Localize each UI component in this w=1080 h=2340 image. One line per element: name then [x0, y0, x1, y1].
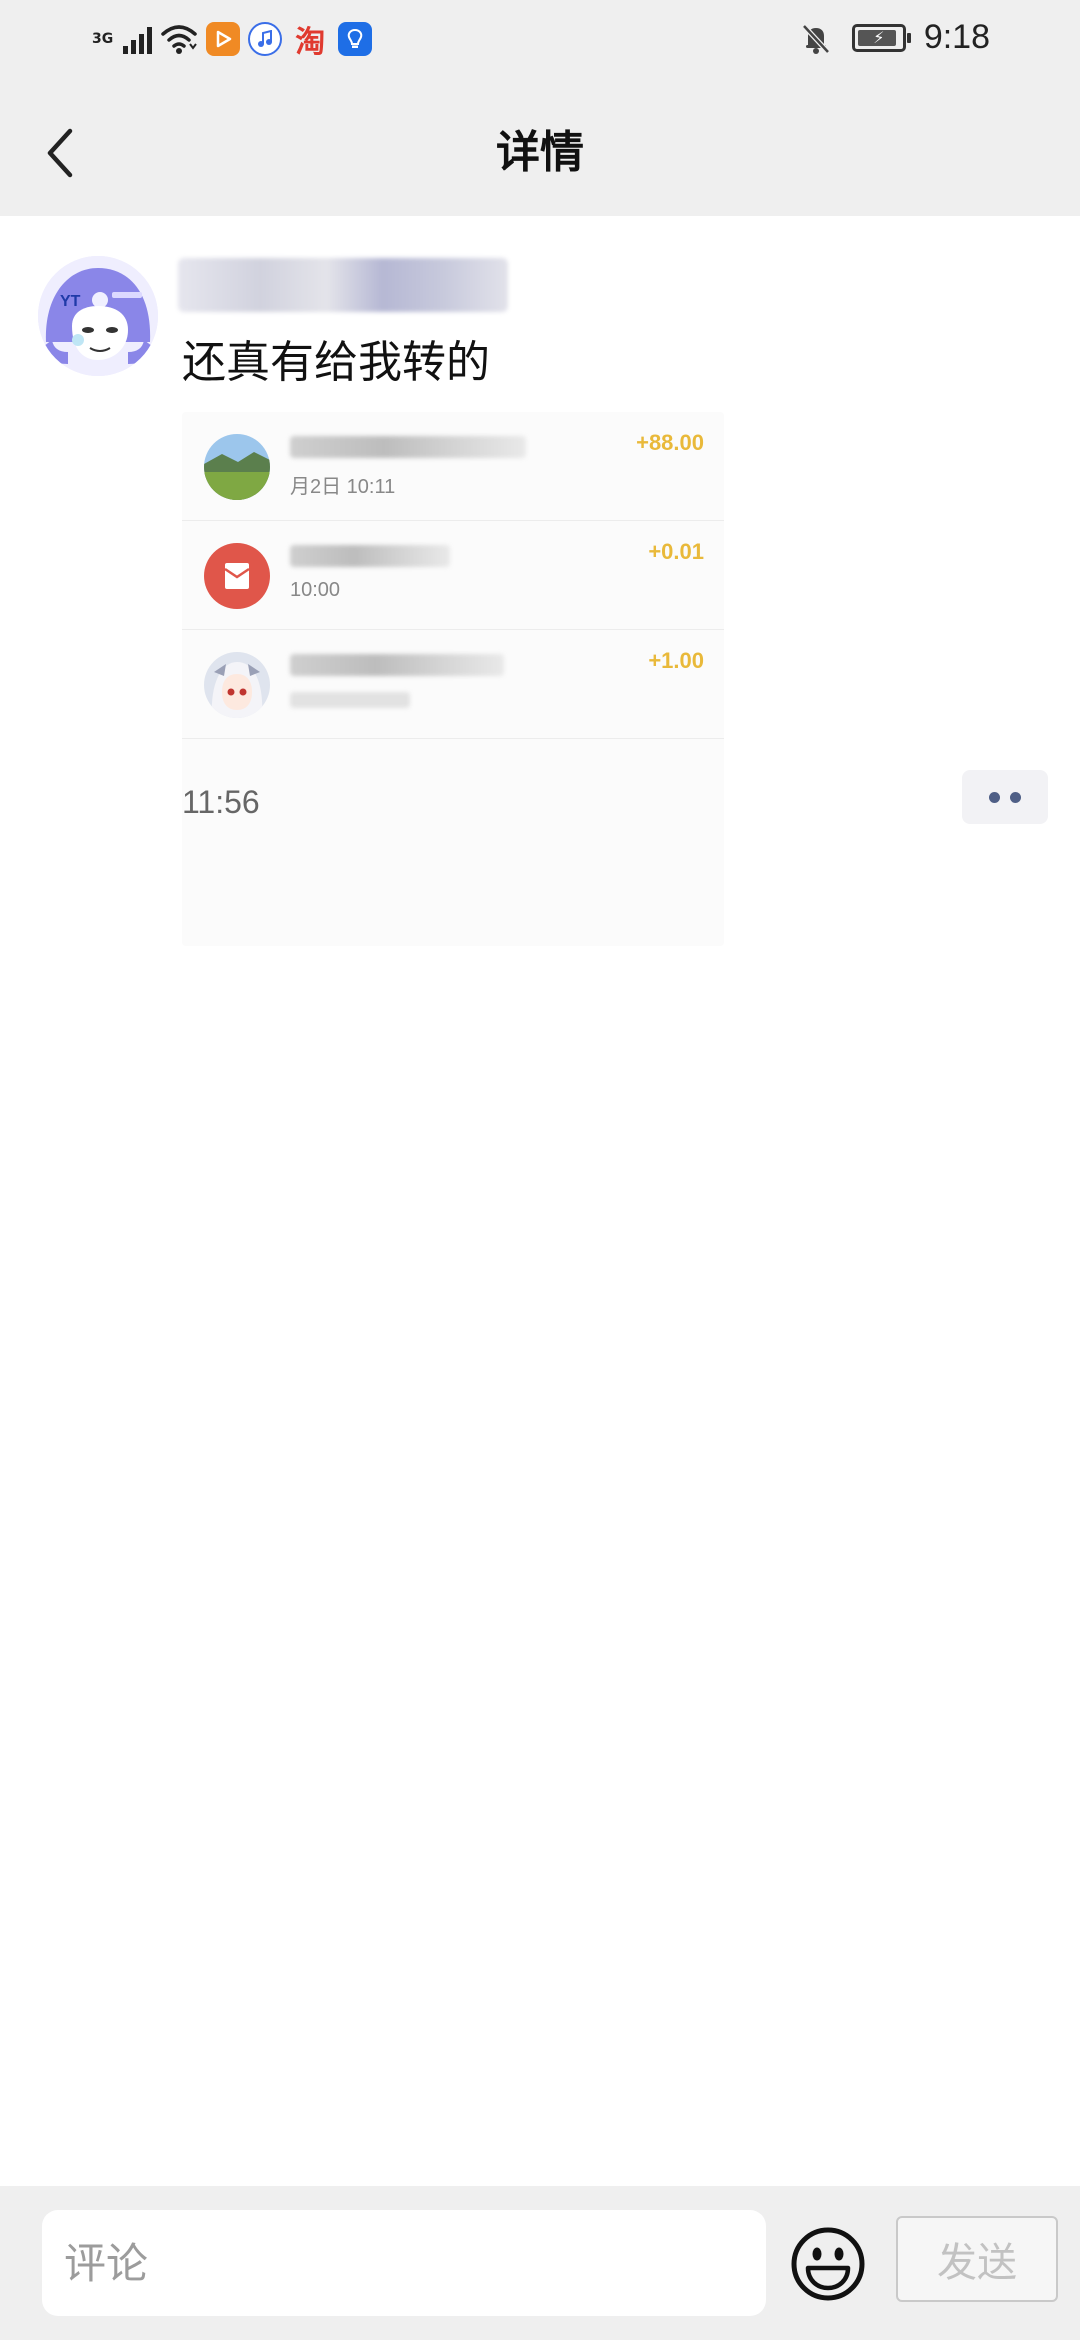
nav-bar: 详情: [0, 88, 1080, 216]
music-app-icon: [248, 22, 283, 56]
video-app-icon: [206, 22, 241, 56]
bulb-app-icon: [338, 22, 373, 56]
transfer-date-redacted: [290, 692, 410, 708]
battery-charging-icon: ⚡: [851, 23, 911, 52]
status-time: 9:18: [923, 18, 990, 56]
transfer-amount: +1.00: [648, 648, 704, 673]
send-button[interactable]: 发送: [896, 2216, 1058, 2302]
anime-avatar-icon: [204, 652, 270, 718]
transfer-row: 月2日 10:11 +88.00: [182, 412, 724, 521]
wifi-icon: [161, 25, 198, 54]
status-right: ⚡ 9:18: [798, 18, 990, 57]
red-envelope-icon: [204, 543, 270, 609]
username-redacted: [178, 258, 508, 312]
landscape-avatar-icon: [204, 434, 270, 500]
transfer-amount: +88.00: [636, 430, 704, 455]
post-text: 还真有给我转的: [182, 337, 490, 388]
sender-name-redacted: [290, 654, 504, 676]
bell-off-icon: [801, 23, 830, 54]
taobao-app-icon: 淘: [295, 25, 326, 60]
transfer-amount: +0.01: [648, 539, 704, 564]
comment-input[interactable]: [42, 2210, 766, 2316]
transfer-row: +1.00: [182, 630, 724, 739]
transfer-screenshot[interactable]: 月2日 10:11 +88.00 10:00 +0.01 +1.00: [182, 412, 724, 946]
emoji-button[interactable]: [790, 2226, 866, 2302]
page-title: 详情: [496, 127, 584, 178]
network-type: 3G: [92, 31, 114, 47]
transfer-date: 月2日 10:11: [290, 476, 396, 498]
transfer-date: 10:00: [290, 579, 341, 601]
sender-name-redacted: [290, 545, 450, 567]
more-dots-icon: [989, 791, 1000, 803]
post-time: 11:56: [182, 784, 260, 820]
avatar[interactable]: YT: [38, 256, 158, 376]
svg-text:YT: YT: [60, 293, 81, 310]
comment-bar: 发送: [0, 2186, 1080, 2340]
transfer-row: 10:00 +0.01: [182, 521, 724, 630]
status-left: 3G 淘: [92, 22, 373, 60]
signal-icon: [123, 24, 153, 54]
sender-name-redacted: [290, 436, 526, 458]
smiley-icon: [791, 2227, 865, 2301]
status-bar: 3G 淘 ⚡ 9:18: [0, 0, 1080, 88]
more-button[interactable]: [962, 770, 1048, 824]
